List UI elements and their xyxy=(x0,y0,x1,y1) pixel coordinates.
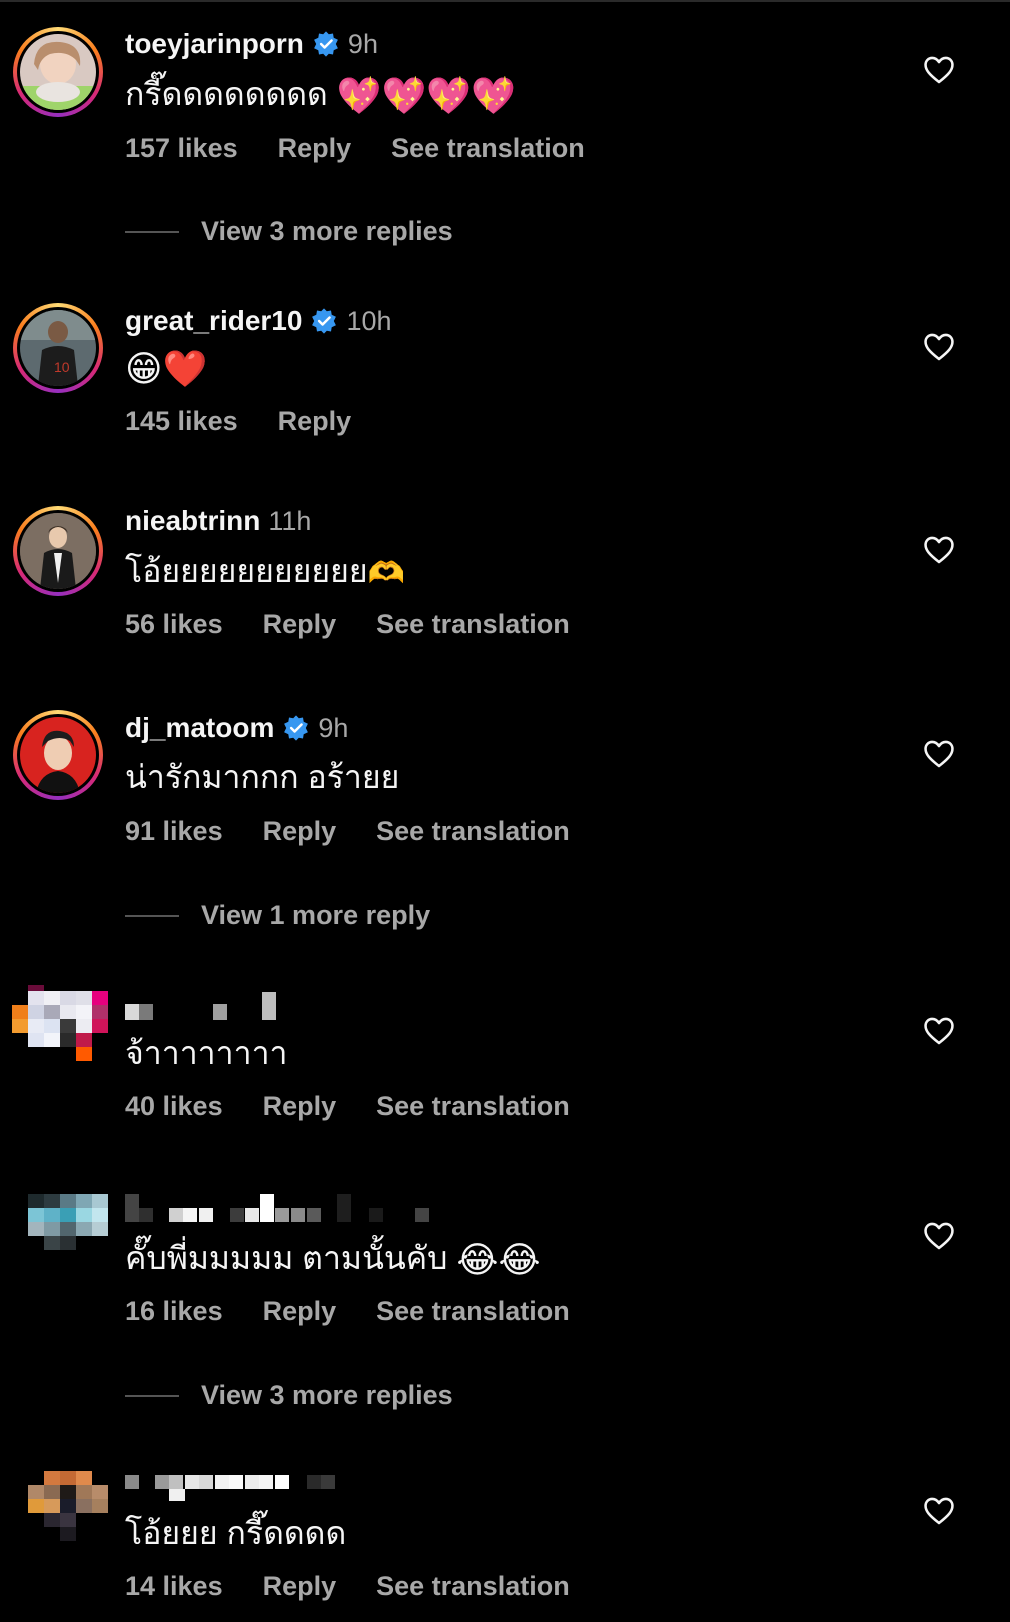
avatar-pixelated[interactable] xyxy=(8,1465,108,1565)
view-replies-label: View 1 more reply xyxy=(201,900,431,930)
see-translation-button[interactable]: See translation xyxy=(376,1571,570,1602)
view-more-replies-button[interactable]: View 1 more reply xyxy=(125,900,430,931)
reply-button[interactable]: Reply xyxy=(263,816,337,847)
reply-button[interactable]: Reply xyxy=(278,133,352,164)
avatar-pixelated[interactable] xyxy=(8,1190,108,1290)
heart-icon[interactable] xyxy=(922,737,956,771)
comment-text: กรี๊ดดดดดดดด 💖💖💖💖 xyxy=(125,75,516,117)
avatar-pixelated[interactable] xyxy=(8,985,108,1085)
heart-icon[interactable] xyxy=(922,1014,956,1048)
comment-time: 9h xyxy=(318,712,349,743)
comment-username[interactable]: great_rider10 xyxy=(125,305,302,337)
reply-button[interactable]: Reply xyxy=(263,1091,337,1122)
heart-icon[interactable] xyxy=(922,53,956,87)
comment-text: โอ้ยยย กรี๊ดดดด xyxy=(125,1515,347,1551)
likes-count[interactable]: 56 likes xyxy=(125,609,223,640)
divider-line xyxy=(125,914,179,917)
divider-line xyxy=(125,1394,179,1397)
reply-button[interactable]: Reply xyxy=(263,609,337,640)
verified-badge-icon xyxy=(314,31,338,57)
likes-count[interactable]: 16 likes xyxy=(125,1296,223,1327)
see-translation-button[interactable]: See translation xyxy=(376,1296,570,1327)
verified-badge-icon xyxy=(312,308,337,334)
see-translation-button[interactable]: See translation xyxy=(376,1091,570,1122)
comment-username[interactable]: dj_matoom xyxy=(125,712,274,744)
comment-text: จ้าาาาาาาา xyxy=(125,1035,288,1071)
divider-line xyxy=(125,230,179,233)
likes-count[interactable]: 145 likes xyxy=(125,406,238,437)
likes-count[interactable]: 157 likes xyxy=(125,133,238,164)
comment-time: 11h xyxy=(268,505,312,536)
view-more-replies-button[interactable]: View 3 more replies xyxy=(125,216,453,247)
verified-badge-icon xyxy=(284,715,309,741)
comment-text: 😁❤️ xyxy=(125,343,207,391)
reply-button[interactable]: Reply xyxy=(278,406,352,437)
avatar[interactable] xyxy=(13,27,103,117)
reply-button[interactable]: Reply xyxy=(263,1571,337,1602)
see-translation-button[interactable]: See translation xyxy=(376,816,570,847)
view-replies-label: View 3 more replies xyxy=(201,216,453,246)
emoji: 😁❤️ xyxy=(125,348,208,390)
comment-text: โอ้ยยยยยยยยยยย🫶 xyxy=(125,547,405,595)
likes-count[interactable]: 14 likes xyxy=(125,1571,223,1602)
username-pixelated xyxy=(125,1190,435,1230)
heart-icon[interactable] xyxy=(922,330,956,364)
username-pixelated xyxy=(125,988,285,1028)
likes-count[interactable]: 91 likes xyxy=(125,816,223,847)
see-translation-button[interactable]: See translation xyxy=(376,609,570,640)
comment-time: 10h xyxy=(346,305,392,336)
likes-count[interactable]: 40 likes xyxy=(125,1091,223,1122)
view-more-replies-button[interactable]: View 3 more replies xyxy=(125,1380,453,1411)
comment-username[interactable]: toeyjarinporn xyxy=(125,28,304,60)
emoji: 😂😂 xyxy=(456,1239,541,1281)
avatar[interactable] xyxy=(13,710,103,800)
top-divider xyxy=(0,0,1010,2)
emoji: 💖💖💖💖 xyxy=(336,75,516,117)
comment-text: น่ารักมากกก อร้ายย xyxy=(125,759,400,795)
heart-icon[interactable] xyxy=(922,1494,956,1528)
comment-time: 9h xyxy=(347,28,378,59)
svg-text:10: 10 xyxy=(54,359,70,375)
heart-icon[interactable] xyxy=(922,533,956,567)
comment-text: คั๊บพี่มมมมม ตามนั้นคับ 😂😂 xyxy=(125,1239,541,1281)
username-pixelated xyxy=(125,1465,355,1505)
avatar[interactable] xyxy=(13,506,103,596)
see-translation-button[interactable]: See translation xyxy=(391,133,585,164)
view-replies-label: View 3 more replies xyxy=(201,1380,453,1410)
avatar[interactable]: 10 xyxy=(13,303,103,393)
comment-username[interactable]: nieabtrinn xyxy=(125,505,260,537)
emoji: 🫶 xyxy=(367,555,406,591)
reply-button[interactable]: Reply xyxy=(263,1296,337,1327)
heart-icon[interactable] xyxy=(922,1219,956,1253)
